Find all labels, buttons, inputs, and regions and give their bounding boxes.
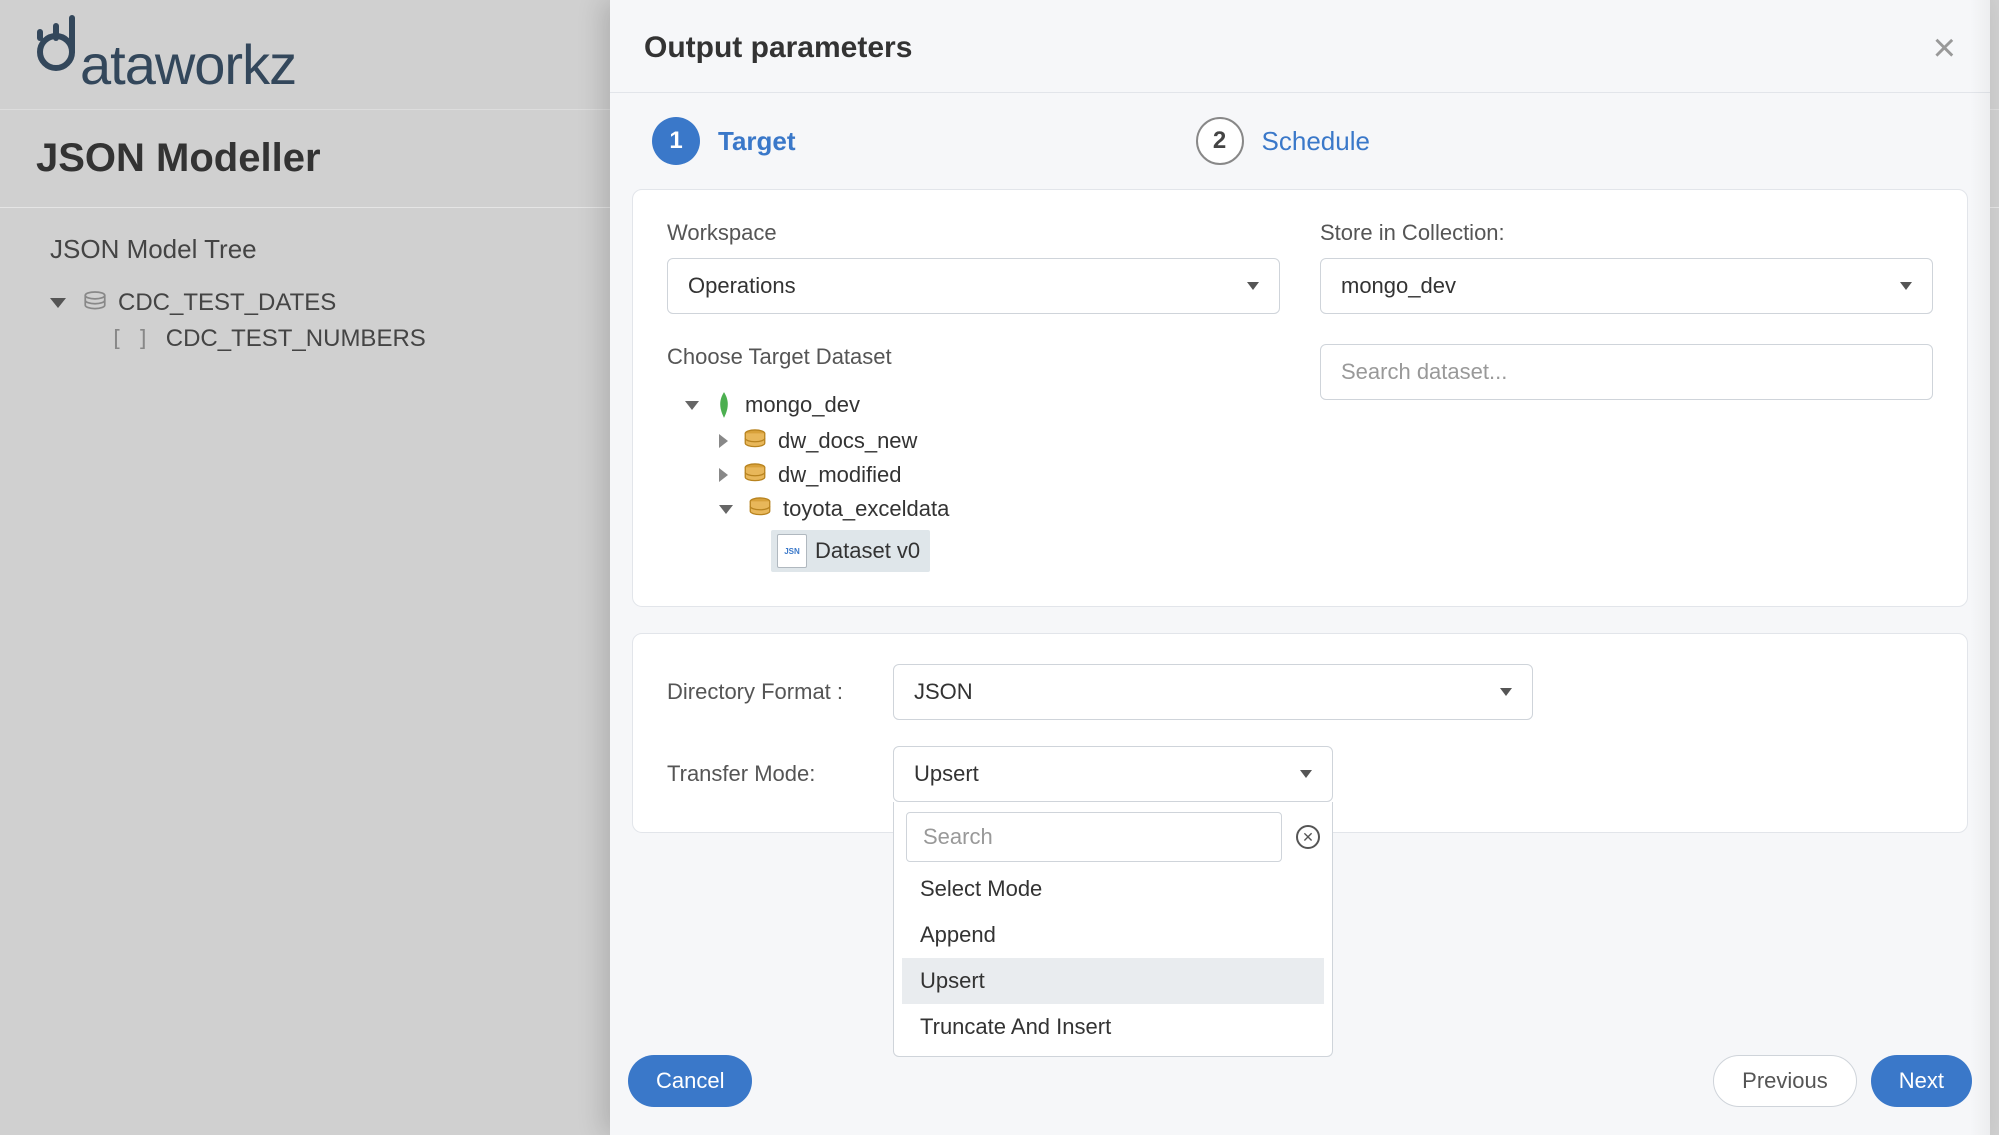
ds-node-label: dw_modified [778,462,902,488]
database-icon [742,462,768,488]
json-file-icon: JSN [777,534,807,568]
ds-node-label: dw_docs_new [778,428,917,454]
chevron-down-icon [685,401,699,410]
workspace-select[interactable]: Operations [667,258,1280,314]
database-icon [82,290,108,316]
workspace-value: Operations [688,273,796,299]
search-dataset-input[interactable]: Search dataset... [1320,344,1933,400]
chevron-right-icon [719,468,728,482]
step-schedule[interactable]: 2 Schedule [1196,117,1370,165]
transfer-mode-dropdown: Search ✕ Select Mode Append Upsert Trunc… [893,802,1333,1057]
mongodb-icon [713,390,735,420]
chevron-down-icon [719,505,733,514]
dropdown-option-truncate-insert[interactable]: Truncate And Insert [902,1004,1324,1050]
transfer-mode-label: Transfer Mode: [667,761,867,787]
format-card: Directory Format : JSON Transfer Mode: U… [632,633,1968,833]
logo-text: ataworkz [80,32,296,97]
directory-format-label: Directory Format : [667,679,867,705]
clear-icon[interactable]: ✕ [1296,825,1320,849]
scrollbar[interactable] [1970,0,1990,1135]
step-number: 2 [1196,117,1244,165]
step-label: Target [718,126,796,157]
workspace-label: Workspace [667,220,1280,246]
cancel-button[interactable]: Cancel [628,1055,752,1107]
collection-value: mongo_dev [1341,273,1456,299]
dropdown-option-append[interactable]: Append [902,912,1324,958]
directory-format-select[interactable]: JSON [893,664,1533,720]
wizard-steps: 1 Target 2 Schedule [610,93,1990,189]
step-number: 1 [652,117,700,165]
transfer-mode-value: Upsert [914,761,979,787]
output-parameters-modal: Output parameters × 1 Target 2 Schedule … [610,0,1990,1135]
step-target[interactable]: 1 Target [652,117,796,165]
chevron-down-icon [1247,282,1259,290]
target-card: Workspace Operations Choose Target Datas… [632,189,1968,607]
dropdown-option-select-mode[interactable]: Select Mode [902,866,1324,912]
close-icon[interactable]: × [1933,28,1956,68]
next-button[interactable]: Next [1871,1055,1972,1107]
tree-root-label: CDC_TEST_DATES [118,289,336,317]
collection-select[interactable]: mongo_dev [1320,258,1933,314]
modal-title: Output parameters [644,31,912,65]
chevron-right-icon [719,434,728,448]
dropdown-search-input[interactable]: Search [906,812,1282,862]
ds-root-label: mongo_dev [745,392,860,418]
chevron-down-icon [1500,688,1512,696]
database-icon [747,496,773,522]
previous-button[interactable]: Previous [1713,1055,1857,1107]
dataset-tree: mongo_dev dw_docs_new dw_modified [667,386,1280,576]
ds-leaf-label: Dataset v0 [815,538,920,564]
ds-tree-node[interactable]: dw_docs_new [715,424,1280,458]
app-logo: ataworkz [20,12,296,97]
step-label: Schedule [1262,126,1370,157]
chevron-down-icon [1300,770,1312,778]
array-icon: [ ] [110,327,150,352]
chevron-down-icon [1900,282,1912,290]
dropdown-option-upsert[interactable]: Upsert [902,958,1324,1004]
tree-child-label: CDC_TEST_NUMBERS [166,325,426,353]
choose-dataset-label: Choose Target Dataset [667,344,1280,370]
ds-tree-node[interactable]: toyota_exceldata [715,492,1280,526]
database-icon [742,428,768,454]
chevron-down-icon [50,298,66,308]
ds-tree-leaf[interactable]: JSN Dataset v0 [771,526,1280,576]
directory-format-value: JSON [914,679,973,705]
ds-tree-root[interactable]: mongo_dev [681,386,1280,424]
ds-node-label: toyota_exceldata [783,496,949,522]
ds-tree-node[interactable]: dw_modified [715,458,1280,492]
collection-label: Store in Collection: [1320,220,1933,246]
transfer-mode-select[interactable]: Upsert [893,746,1333,802]
